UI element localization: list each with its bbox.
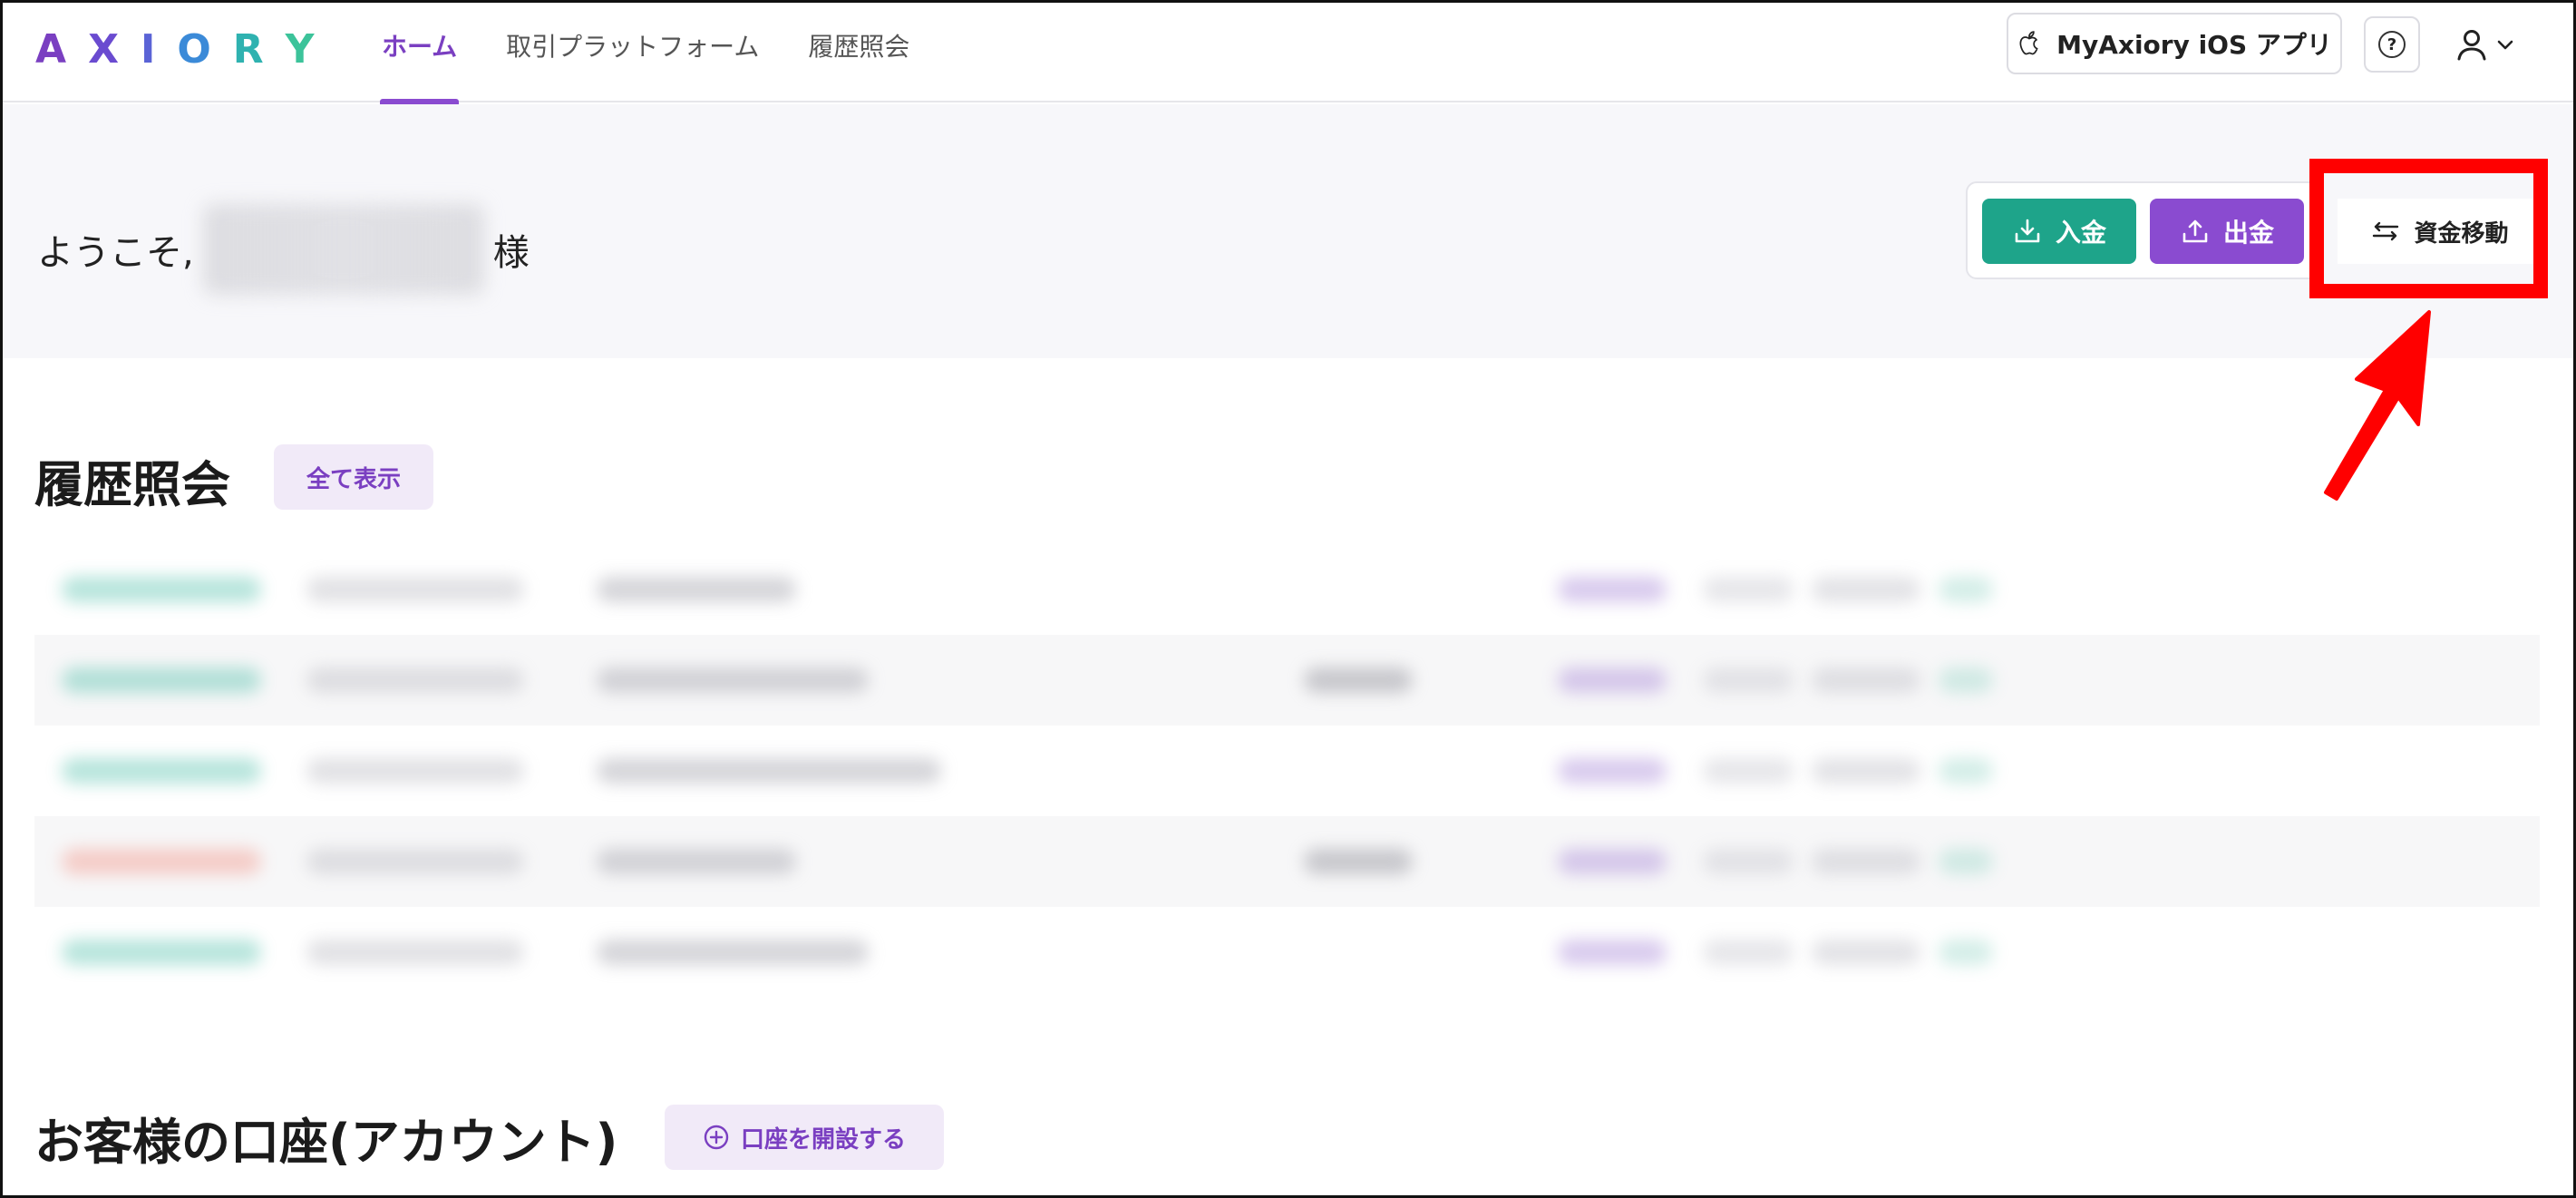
- account-cell: [1558, 667, 1667, 693]
- date-cell: [306, 849, 524, 874]
- show-all-button[interactable]: 全て表示: [274, 444, 433, 510]
- amount-cell: [1812, 849, 1920, 874]
- date-cell: [306, 577, 524, 602]
- type-cell: [1703, 940, 1793, 965]
- user-menu-button[interactable]: [2454, 16, 2526, 73]
- open-account-button[interactable]: 口座を開設する: [665, 1105, 944, 1170]
- chevron-down-icon: [2497, 40, 2513, 50]
- history-table: [34, 544, 2540, 998]
- withdraw-label: 出金: [2222, 218, 2274, 248]
- plus-circle-icon: [704, 1125, 729, 1150]
- deposit-label: 入金: [2055, 218, 2106, 248]
- ios-app-button[interactable]: MyAxiory iOS アプリ: [2007, 13, 2342, 74]
- date-cell: [306, 758, 524, 784]
- logo-letter: O: [177, 26, 215, 73]
- amount-cell: [1812, 577, 1920, 602]
- welcome-suffix: 様: [492, 232, 530, 274]
- history-row[interactable]: [34, 907, 2540, 998]
- status-badge: [62, 577, 261, 602]
- nav-item-history[interactable]: 履歴照会: [806, 3, 911, 102]
- type-cell: [1703, 577, 1793, 602]
- show-all-label: 全て表示: [306, 465, 401, 493]
- account-cell: [1558, 758, 1667, 784]
- deposit-button[interactable]: 入金: [1982, 199, 2136, 264]
- ios-app-label: MyAxiory iOS アプリ: [2056, 30, 2332, 60]
- logo-letter: A: [35, 26, 71, 73]
- history-title: 履歴照会: [34, 456, 230, 513]
- account-cell: [1558, 577, 1667, 602]
- history-row[interactable]: [34, 544, 2540, 635]
- state-cell: [1939, 667, 1993, 693]
- amount-cell: [1812, 940, 1920, 965]
- state-cell: [1939, 940, 1993, 965]
- account-cell: [1558, 849, 1667, 874]
- nav-item-trading-platform[interactable]: 取引プラットフォーム: [504, 3, 761, 102]
- welcome-message: ようこそ, 様: [37, 204, 530, 295]
- main-nav: ホーム 取引プラットフォーム 履歴照会: [380, 3, 911, 104]
- download-icon: [2015, 219, 2040, 243]
- amount-cell: [1812, 667, 1920, 693]
- nav-item-home[interactable]: ホーム: [380, 3, 460, 104]
- withdraw-button[interactable]: 出金: [2150, 199, 2304, 264]
- description-cell: [597, 849, 796, 874]
- history-row[interactable]: [34, 635, 2540, 726]
- state-cell: [1939, 758, 1993, 784]
- date-cell: [306, 667, 524, 693]
- logo-letter: X: [88, 26, 122, 73]
- state-cell: [1939, 577, 1993, 602]
- type-cell: [1703, 758, 1793, 784]
- history-row[interactable]: [34, 816, 2540, 907]
- user-icon: [2457, 30, 2486, 61]
- amount-cell: [1812, 758, 1920, 784]
- open-account-label: 口座を開設する: [740, 1125, 906, 1154]
- date-cell: [306, 940, 524, 965]
- value-cell: [1304, 667, 1413, 693]
- accounts-title: お客様の口座(アカウント): [34, 1114, 618, 1171]
- logo-letter: I: [141, 26, 160, 73]
- status-badge: [62, 667, 261, 693]
- annotation-highlight-box: [2309, 159, 2548, 298]
- upload-icon: [2182, 219, 2208, 243]
- value-cell: [1304, 849, 1413, 874]
- description-cell: [597, 758, 941, 784]
- type-cell: [1703, 667, 1793, 693]
- blurred-user-name: [202, 204, 484, 295]
- welcome-prefix: ようこそ,: [37, 232, 194, 274]
- history-row[interactable]: [34, 726, 2540, 816]
- status-badge: [62, 849, 261, 874]
- logo-letter: R: [232, 26, 267, 73]
- help-button[interactable]: ?: [2364, 16, 2420, 73]
- question-icon: ?: [2378, 31, 2406, 58]
- annotation-arrow-icon: [2324, 310, 2431, 501]
- axiory-logo[interactable]: AXIORY: [35, 26, 318, 73]
- description-cell: [597, 940, 869, 965]
- status-badge: [62, 940, 261, 965]
- state-cell: [1939, 849, 1993, 874]
- status-badge: [62, 758, 261, 784]
- apple-icon: [2019, 31, 2038, 55]
- account-cell: [1558, 940, 1667, 965]
- logo-letter: Y: [285, 26, 318, 73]
- description-cell: [597, 577, 796, 602]
- description-cell: [597, 667, 869, 693]
- type-cell: [1703, 849, 1793, 874]
